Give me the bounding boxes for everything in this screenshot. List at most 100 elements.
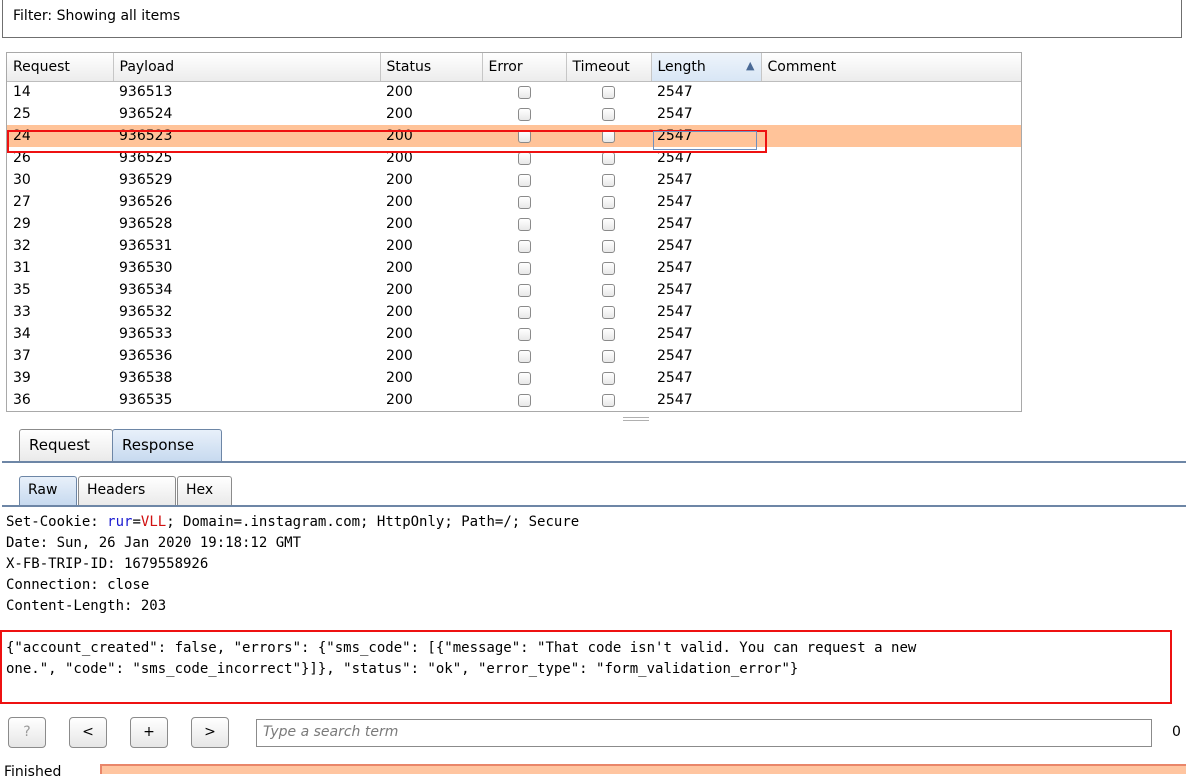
cell-request: 27 bbox=[13, 194, 31, 210]
header-line-content-length: Content-Length: 203 bbox=[6, 598, 167, 614]
column-header-timeout[interactable]: Timeout bbox=[566, 53, 652, 82]
help-button[interactable]: ? bbox=[8, 717, 46, 748]
column-header-request[interactable]: Request bbox=[7, 53, 114, 82]
results-table-container: Request Payload Status Error Timeout Len… bbox=[6, 52, 1022, 412]
cell-comment bbox=[761, 235, 1021, 257]
cell-status: 200 bbox=[386, 326, 413, 342]
tab-request[interactable]: Request bbox=[19, 429, 113, 462]
cell-comment bbox=[761, 389, 1021, 411]
table-row[interactable]: 35 936534 200 2547 bbox=[7, 279, 1021, 301]
cell-length: 2547 bbox=[657, 106, 693, 122]
cell-payload: 936534 bbox=[119, 282, 173, 298]
add-button[interactable]: + bbox=[130, 717, 168, 748]
column-header-status[interactable]: Status bbox=[380, 53, 483, 82]
cell-request: 34 bbox=[13, 326, 31, 342]
checkbox-icon bbox=[517, 261, 531, 275]
cell-comment bbox=[761, 191, 1021, 213]
subtab-hex[interactable]: Hex bbox=[177, 476, 232, 506]
table-row[interactable]: 14 936513 200 2547 bbox=[7, 81, 1021, 103]
table-row[interactable]: 37 936536 200 2547 bbox=[7, 345, 1021, 367]
table-row[interactable]: 33 936532 200 2547 bbox=[7, 301, 1021, 323]
cell-error bbox=[482, 279, 566, 301]
cell-comment bbox=[761, 81, 1021, 103]
column-header-error[interactable]: Error bbox=[482, 53, 567, 82]
search-input[interactable]: Type a search term bbox=[256, 719, 1152, 747]
cell-error bbox=[482, 301, 566, 323]
filter-bar[interactable]: Filter: Showing all items bbox=[2, 0, 1182, 38]
checkbox-icon bbox=[517, 327, 531, 341]
cell-request: 14 bbox=[13, 84, 31, 101]
table-row[interactable]: 36 936535 200 2547 bbox=[7, 389, 1021, 411]
cell-payload: 936529 bbox=[119, 172, 173, 188]
cell-comment bbox=[761, 103, 1021, 125]
subtab-raw[interactable]: Raw bbox=[19, 476, 77, 506]
table-row[interactable]: 30 936529 200 2547 bbox=[7, 169, 1021, 191]
column-header-length[interactable]: Length ▲ bbox=[651, 53, 762, 82]
cell-request: 35 bbox=[13, 282, 31, 298]
cell-request: 32 bbox=[13, 238, 31, 254]
cell-status: 200 bbox=[386, 392, 413, 408]
cell-comment bbox=[761, 323, 1021, 345]
cell-comment bbox=[761, 213, 1021, 235]
cell-length: 2547 bbox=[657, 260, 693, 276]
subtab-underline bbox=[2, 505, 1186, 507]
cell-error bbox=[482, 169, 566, 191]
cell-error bbox=[482, 213, 566, 235]
cell-length: 2547 bbox=[657, 282, 693, 298]
table-row[interactable]: 25 936524 200 2547 bbox=[7, 103, 1021, 125]
header-line-trip-id: X-FB-TRIP-ID: 1679558926 bbox=[6, 556, 209, 572]
sort-ascending-icon: ▲ bbox=[746, 58, 755, 72]
checkbox-icon bbox=[602, 239, 615, 253]
cell-request: 25 bbox=[13, 106, 31, 122]
cell-comment bbox=[761, 301, 1021, 323]
cell-error bbox=[482, 257, 566, 279]
cell-comment bbox=[761, 147, 1021, 169]
cell-timeout bbox=[566, 213, 651, 235]
cell-timeout bbox=[566, 345, 651, 367]
tab-response[interactable]: Response bbox=[112, 429, 222, 462]
cell-status: 200 bbox=[386, 106, 413, 122]
cell-timeout bbox=[566, 389, 651, 411]
cell-payload: 936532 bbox=[119, 304, 173, 320]
cell-payload: 936528 bbox=[119, 216, 173, 232]
cell-status: 200 bbox=[386, 194, 413, 210]
table-row[interactable]: 34 936533 200 2547 bbox=[7, 323, 1021, 345]
table-row[interactable]: 39 936538 200 2547 bbox=[7, 367, 1021, 389]
pane-splitter-handle[interactable] bbox=[623, 417, 649, 421]
cell-request: 39 bbox=[13, 370, 31, 386]
subtab-headers[interactable]: Headers bbox=[78, 476, 176, 506]
cell-timeout bbox=[566, 257, 651, 279]
cell-payload: 936538 bbox=[119, 370, 173, 386]
checkbox-icon bbox=[602, 195, 615, 209]
cell-comment bbox=[761, 367, 1021, 389]
cell-comment bbox=[761, 257, 1021, 279]
filter-text: Filter: Showing all items bbox=[13, 8, 181, 24]
cell-request: 37 bbox=[13, 348, 31, 364]
cell-error bbox=[482, 235, 566, 257]
checkbox-icon bbox=[602, 349, 615, 363]
checkbox-icon bbox=[602, 217, 615, 231]
table-row[interactable]: 29 936528 200 2547 bbox=[7, 213, 1021, 235]
match-count: 0 bbox=[1172, 724, 1181, 740]
column-header-payload[interactable]: Payload bbox=[113, 53, 381, 82]
cell-payload: 936526 bbox=[119, 194, 173, 210]
previous-match-button[interactable]: < bbox=[69, 717, 107, 748]
column-header-comment[interactable]: Comment bbox=[761, 53, 1021, 82]
checkbox-icon bbox=[602, 305, 615, 319]
checkbox-icon bbox=[517, 85, 531, 99]
checkbox-icon bbox=[517, 239, 531, 253]
cell-request: 33 bbox=[13, 304, 31, 320]
next-match-button[interactable]: > bbox=[191, 717, 229, 748]
cell-length: 2547 bbox=[657, 326, 693, 342]
cell-length: 2547 bbox=[657, 304, 693, 320]
table-row[interactable]: 32 936531 200 2547 bbox=[7, 235, 1021, 257]
checkbox-icon bbox=[517, 283, 531, 297]
cookie-name: rur bbox=[107, 514, 133, 530]
cell-request: 31 bbox=[13, 260, 31, 276]
table-row[interactable]: 27 936526 200 2547 bbox=[7, 191, 1021, 213]
cell-comment bbox=[761, 345, 1021, 367]
cell-length: 2547 bbox=[657, 370, 693, 386]
cell-timeout bbox=[566, 81, 651, 103]
table-row[interactable]: 31 936530 200 2547 bbox=[7, 257, 1021, 279]
cell-status: 200 bbox=[386, 282, 413, 298]
